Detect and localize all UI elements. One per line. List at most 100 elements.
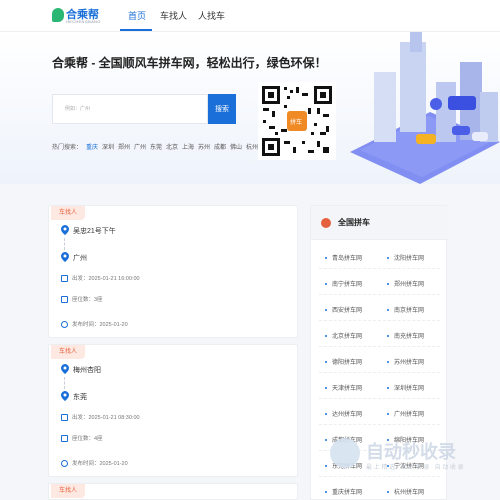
bullet-icon xyxy=(325,491,327,494)
bullet-icon xyxy=(387,257,389,260)
nav-active-underline xyxy=(120,29,152,31)
hot-city-link[interactable]: 广州 xyxy=(134,142,146,151)
city-carpool-label: 杭州拼车网 xyxy=(394,490,425,496)
hot-city-link[interactable]: 深圳 xyxy=(102,142,114,151)
hot-city-link[interactable]: 北京 xyxy=(166,142,178,151)
hot-city-link[interactable]: 东莞 xyxy=(150,142,162,151)
city-carpool-label: 郑州拼车网 xyxy=(394,282,425,288)
city-carpool-link[interactable]: 达州拼车网 xyxy=(325,409,362,418)
posted-info: 发布时间：2025-01-20 xyxy=(61,320,128,329)
bullet-icon xyxy=(387,309,389,312)
bullet-icon xyxy=(387,387,389,390)
site-logo[interactable]: 合乘帮 HECHENGBANG xyxy=(52,5,112,27)
departure-info: 出发：2025-01-21 16:00:00 xyxy=(61,274,140,283)
top-navigation-bar: 合乘帮 HECHENGBANG 首页 车找人 人找车 xyxy=(0,0,500,32)
search-box xyxy=(52,94,209,124)
row-divider xyxy=(319,346,440,347)
route-destination: 广州 xyxy=(73,255,87,262)
city-carpool-label: 德阳拼车网 xyxy=(332,360,363,366)
city-carpool-label: 南宁拼车网 xyxy=(332,282,363,288)
city-carpool-link[interactable]: 广州拼车网 xyxy=(387,409,424,418)
route-origin: 梅州杏阳 xyxy=(73,367,101,374)
hot-city-link[interactable]: 苏州 xyxy=(198,142,210,151)
city-carpool-link[interactable]: 北京拼车网 xyxy=(325,331,362,340)
ride-card[interactable]: 车找人 xyxy=(48,483,298,500)
posted-date: 发布时间：2025-01-20 xyxy=(72,322,128,328)
city-carpool-link[interactable]: 南宁拼车网 xyxy=(325,279,362,288)
city-carpool-link[interactable]: 苏州拼车网 xyxy=(387,357,424,366)
clock-icon xyxy=(61,321,68,329)
nav-home[interactable]: 首页 xyxy=(128,9,146,22)
compass-icon xyxy=(321,218,331,228)
hot-city-link[interactable]: 成都 xyxy=(214,142,226,151)
clock-icon xyxy=(61,460,68,468)
bullet-icon xyxy=(387,413,389,416)
nav-car-find-people[interactable]: 车找人 xyxy=(160,9,187,22)
city-carpool-label: 西安拼车网 xyxy=(332,308,363,314)
logo-subtitle: HECHENGBANG xyxy=(66,19,101,24)
route-destination: 东莞 xyxy=(73,394,87,401)
hot-city-link[interactable]: 佛山 xyxy=(230,142,242,151)
city-carpool-label: 沈阳拼车网 xyxy=(394,256,425,262)
origin-pin-icon xyxy=(61,225,69,235)
city-carpool-link[interactable]: 深圳拼车网 xyxy=(387,383,424,392)
city-carpool-link[interactable]: 青岛拼车网 xyxy=(325,253,362,262)
destination-pin-icon xyxy=(61,391,69,401)
bullet-icon xyxy=(387,283,389,286)
seat-count: 座位数：3座 xyxy=(72,297,103,303)
ride-card[interactable]: 车找人 梅州杏阳 东莞 出发：2025-01-21 08:30:00 座位数：4… xyxy=(48,344,298,477)
sidebar-header: 全国拼车 xyxy=(311,206,448,240)
city-carpool-link[interactable]: 南京拼车网 xyxy=(387,305,424,314)
watermark-text: 自动秒收录 xyxy=(366,442,456,462)
seats-info: 座位数：3座 xyxy=(61,295,103,304)
ride-type-tag: 车找人 xyxy=(51,206,86,220)
qr-center-label: 拼车 xyxy=(290,120,303,126)
hot-city-link[interactable]: 杭州 xyxy=(246,142,258,151)
route-origin: 吴忠21号下午 xyxy=(73,228,116,235)
bullet-icon xyxy=(325,387,327,390)
bullet-icon xyxy=(387,335,389,338)
city-carpool-label: 苏州拼车网 xyxy=(394,360,425,366)
hero-title: 合乘帮 - 全国顺风车拼车网，轻松出行，绿色环保！ xyxy=(52,56,327,70)
bullet-icon xyxy=(387,361,389,364)
posted-info: 发布时间：2025-01-20 xyxy=(61,459,128,468)
watermark: 自动秒收录 最 上 精 选 · 本 站 收 录 · 自 动 收 录 xyxy=(330,436,490,482)
ride-card[interactable]: 车找人 吴忠21号下午 广州 出发：2025-01-21 16:00:00 座位… xyxy=(48,205,298,338)
hot-city-link[interactable]: 郑州 xyxy=(118,142,130,151)
city-carpool-link[interactable]: 杭州拼车网 xyxy=(387,487,424,496)
seat-count: 座位数：4座 xyxy=(72,436,103,442)
city-carpool-link[interactable]: 沈阳拼车网 xyxy=(387,253,424,262)
search-button[interactable]: 搜索 xyxy=(208,94,236,124)
route-divider xyxy=(64,238,65,250)
bullet-icon xyxy=(325,309,327,312)
nav-people-find-car[interactable]: 人找车 xyxy=(198,9,225,22)
hero-banner: 合乘帮 - 全国顺风车拼车网，轻松出行，绿色环保！ 搜索 热门搜索： 重庆 深圳… xyxy=(0,32,500,184)
row-divider xyxy=(319,320,440,321)
city-carpool-link[interactable]: 天津拼车网 xyxy=(325,383,362,392)
bullet-icon xyxy=(387,491,389,494)
bullet-icon xyxy=(325,257,327,260)
bullet-icon xyxy=(325,465,327,468)
city-carpool-label: 广州拼车网 xyxy=(394,412,425,418)
departure-time: 出发：2025-01-21 08:30:00 xyxy=(72,415,140,421)
city-carpool-link[interactable]: 南充拼车网 xyxy=(387,331,424,340)
city-carpool-link[interactable]: 重庆拼车网 xyxy=(325,487,362,496)
calendar-icon xyxy=(61,414,68,422)
bullet-icon xyxy=(325,439,327,442)
city-carpool-label: 重庆拼车网 xyxy=(332,490,363,496)
city-carpool-link[interactable]: 西安拼车网 xyxy=(325,305,362,314)
city-carpool-label: 天津拼车网 xyxy=(332,386,363,392)
row-divider xyxy=(319,372,440,373)
bullet-icon xyxy=(325,361,327,364)
city-carpool-label: 青岛拼车网 xyxy=(332,256,363,262)
hot-city-link[interactable]: 重庆 xyxy=(86,142,98,151)
city-carpool-link[interactable]: 郑州拼车网 xyxy=(387,279,424,288)
city-carpool-link[interactable]: 德阳拼车网 xyxy=(325,357,362,366)
watermark-logo-icon xyxy=(330,438,360,468)
search-input[interactable] xyxy=(53,95,209,123)
bullet-icon xyxy=(325,335,327,338)
hot-city-link[interactable]: 上海 xyxy=(182,142,194,151)
city-carpool-label: 北京拼车网 xyxy=(332,334,363,340)
bullet-icon xyxy=(325,413,327,416)
hot-search-label: 热门搜索： xyxy=(52,145,83,151)
